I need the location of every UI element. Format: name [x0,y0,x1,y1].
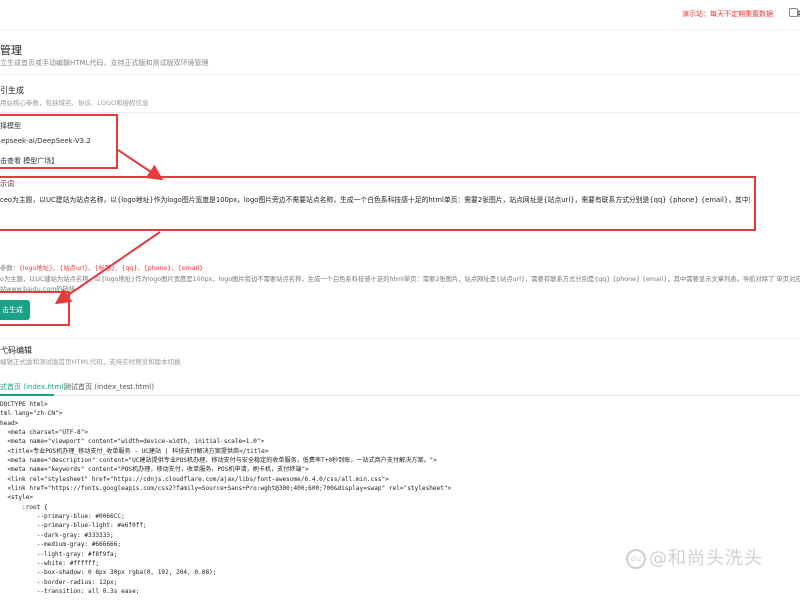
editor-tabs: 式首页 (index.html) 测试首页 (index_test.html) [0,376,800,396]
code-line: --transition: all 0.3s ease; [0,587,140,595]
watermark-logo-icon: du [626,549,646,569]
code-line: --border-radius: 12px; [0,578,118,586]
tab-index[interactable]: 式首页 (index.html) [0,382,66,392]
code-line: --primary-blue: #0066CC; [0,513,125,521]
editor-divider-top [0,338,800,339]
code-line: <style> [0,494,34,502]
active-tab-indicator [0,394,54,396]
code-line: <meta charset="UTF-8"> [0,429,89,437]
code-editor[interactable]: DOCTYPE html> tml lang="zh-CN"> head> <met… [0,400,800,600]
code-line: <meta name="description" content="UC建站提供… [0,457,437,465]
code-line: <title>专业POS机办理_移动支付_收单服务 - UC建站 | 科技支付解… [0,447,269,455]
editor-section-subtitle: 编辑正式版和测试版首页HTML代码，支持实时预览和版本切换 [0,358,181,366]
code-line: tml lang="zh-CN"> [0,410,63,418]
code-line: --primary-blue-light: #e6f0ff; [0,522,147,530]
code-line: <link href="https://fonts.googleapis.com… [0,485,452,493]
code-line: DOCTYPE html> [0,401,48,408]
code-line: head> [0,419,19,427]
code-line: --dark-gray: #333333; [0,531,114,539]
annotation-arrow-2 [54,231,161,305]
code-line: <link rel="stylesheet" href="https://cdn… [0,475,389,483]
watermark-text: @和尚头洗头 [649,548,763,569]
watermark: du @和尚头洗头 [626,544,763,570]
editor-section-title: 弋码编辑 [0,346,32,355]
code-line: :root { [0,503,48,511]
tab-index-test[interactable]: 测试首页 (index_test.html) [64,382,154,392]
annotation-arrow-1 [117,149,164,181]
code-line: <meta name="keywords" content="POS机办理，移动… [0,466,309,474]
code-line: <meta name="viewport" content="width=dev… [0,438,265,446]
